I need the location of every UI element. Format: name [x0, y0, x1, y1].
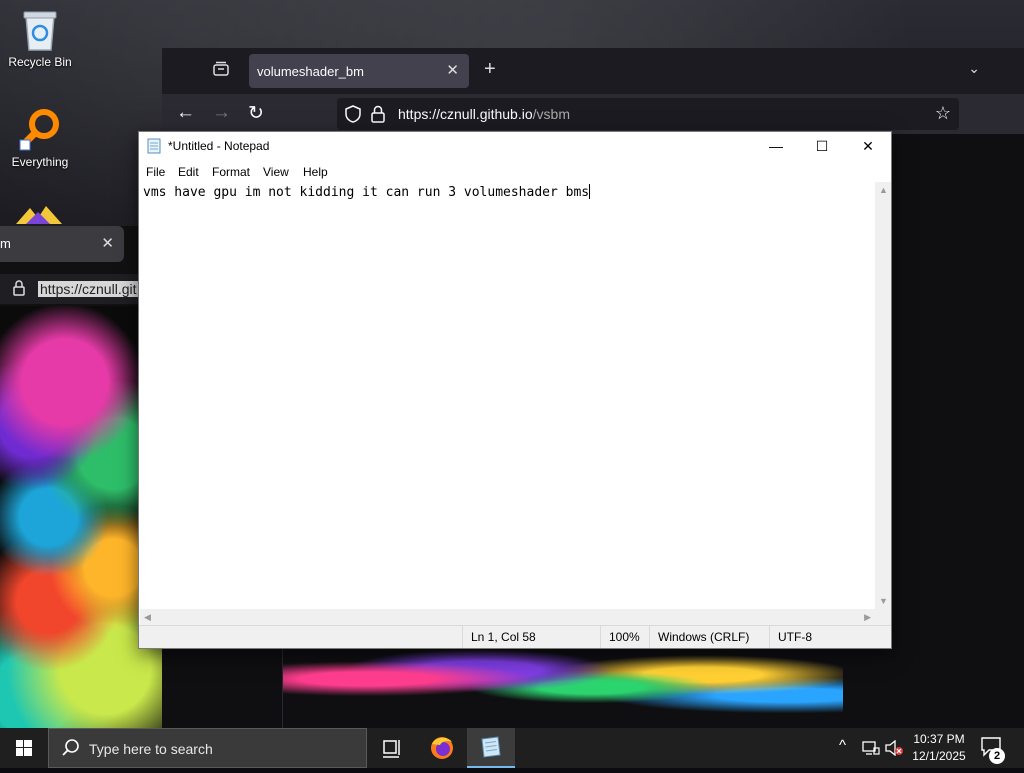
clock-date: 12/1/2025: [912, 749, 966, 763]
scrollbar-corner: [875, 609, 891, 625]
status-position: Ln 1, Col 58: [462, 626, 601, 648]
firefox-taskbar-button[interactable]: [418, 728, 466, 768]
title-bar[interactable]: *Untitled - Notepad — ☐ ✕: [139, 132, 891, 160]
shield-icon[interactable]: [345, 105, 361, 123]
notepad-icon: [147, 138, 161, 154]
scroll-up-icon[interactable]: ▲: [879, 185, 888, 195]
firefox-icon: [431, 737, 453, 759]
url-bar[interactable]: https://cznull.git: [0, 274, 140, 304]
notepad-taskbar-button[interactable]: [467, 728, 515, 768]
fractal-render-bottom: [283, 646, 843, 728]
menu-file[interactable]: File: [146, 165, 165, 179]
desktop-icon-label: Recycle Bin: [8, 55, 72, 69]
close-tab-icon[interactable]: ✕: [101, 234, 114, 252]
browser-tab-active[interactable]: volumeshader_bm ✕: [249, 54, 469, 88]
scroll-right-icon[interactable]: ▶: [864, 612, 871, 623]
document-content: vms have gpu im not kidding it can run 3…: [143, 185, 590, 200]
lock-icon[interactable]: [371, 105, 385, 123]
menu-edit[interactable]: Edit: [178, 165, 199, 179]
notepad-window: *Untitled - Notepad — ☐ ✕ File Edit Form…: [138, 131, 892, 649]
chevron-down-icon[interactable]: ⌄: [968, 60, 980, 77]
url-text-selected[interactable]: https://cznull.git: [38, 281, 139, 297]
back-arrow-icon[interactable]: ←: [176, 102, 195, 124]
window-title: *Untitled - Notepad: [168, 139, 270, 153]
reload-icon[interactable]: ↻: [248, 102, 264, 125]
status-zoom: 100%: [600, 626, 649, 648]
network-icon[interactable]: [862, 740, 880, 756]
taskbar: Type here to search ^ 10:37 PM 12/1/2025…: [0, 728, 1024, 768]
tab-title: m: [0, 236, 11, 251]
url-bar[interactable]: https://cznull.github.io/vsbm ☆: [337, 98, 959, 130]
start-button[interactable]: [0, 728, 48, 768]
menu-help[interactable]: Help: [303, 165, 328, 179]
navigation-bar: ← → ↻ https://cznull.github.io/vsbm ☆: [162, 94, 1024, 134]
notification-count-badge: 2: [989, 748, 1005, 764]
browser-tab[interactable]: m ✕: [0, 226, 124, 262]
forward-arrow-icon[interactable]: →: [212, 102, 231, 124]
everything-search-icon: [19, 109, 59, 151]
tab-title: volumeshader_bm: [257, 64, 364, 79]
search-icon: [62, 739, 79, 756]
editor-text[interactable]: vms have gpu im not kidding it can run 3…: [143, 184, 591, 200]
clock-time: 10:37 PM: [913, 732, 965, 746]
scroll-left-icon[interactable]: ◀: [144, 612, 151, 623]
menu-view[interactable]: View: [263, 165, 289, 179]
new-tab-icon[interactable]: +: [484, 58, 496, 81]
desktop-icon-recycle-bin[interactable]: Recycle Bin: [0, 8, 80, 69]
chevron-up-icon[interactable]: ^: [839, 737, 846, 754]
search-placeholder: Type here to search: [89, 741, 213, 757]
menu-bar: File Edit Format View Help: [139, 160, 891, 182]
tab-manager-icon[interactable]: [212, 61, 230, 77]
system-clock[interactable]: 10:37 PM 12/1/2025: [900, 731, 978, 765]
status-encoding: UTF-8: [769, 626, 878, 648]
close-button[interactable]: ✕: [845, 132, 891, 160]
status-bar: Ln 1, Col 58 100% Windows (CRLF) UTF-8: [139, 625, 891, 648]
desktop-icon-everything[interactable]: Everything: [0, 106, 80, 169]
url-host: https://cznull.github.io: [398, 106, 533, 122]
lock-icon: [13, 280, 25, 296]
menu-format[interactable]: Format: [212, 165, 250, 179]
windows-logo-icon: [16, 740, 32, 756]
app-icon-partial[interactable]: [16, 204, 62, 224]
desktop-icon-label: Everything: [11, 155, 69, 169]
status-line-ending: Windows (CRLF): [649, 626, 768, 648]
url-path: /vsbm: [532, 106, 570, 122]
horizontal-scrollbar[interactable]: ◀ ▶: [140, 609, 875, 625]
minimize-button[interactable]: —: [753, 132, 799, 160]
task-view-button[interactable]: [368, 728, 416, 768]
text-caret: [589, 184, 591, 199]
text-editor[interactable]: vms have gpu im not kidding it can run 3…: [140, 182, 875, 609]
maximize-button[interactable]: ☐: [799, 132, 845, 160]
task-view-icon: [383, 740, 400, 758]
recycle-bin-icon: [23, 11, 57, 51]
tab-strip: volumeshader_bm ✕ + ⌄: [162, 48, 1024, 94]
pane-divider: [282, 646, 283, 728]
search-box[interactable]: Type here to search: [48, 728, 367, 768]
vertical-scrollbar[interactable]: ▲ ▼: [875, 182, 891, 609]
url-text[interactable]: https://cznull.github.io/vsbm: [398, 106, 570, 122]
notepad-icon: [481, 736, 501, 758]
close-tab-icon[interactable]: ✕: [446, 61, 459, 79]
scroll-down-icon[interactable]: ▼: [879, 596, 888, 606]
bookmark-star-icon[interactable]: ☆: [935, 103, 951, 124]
